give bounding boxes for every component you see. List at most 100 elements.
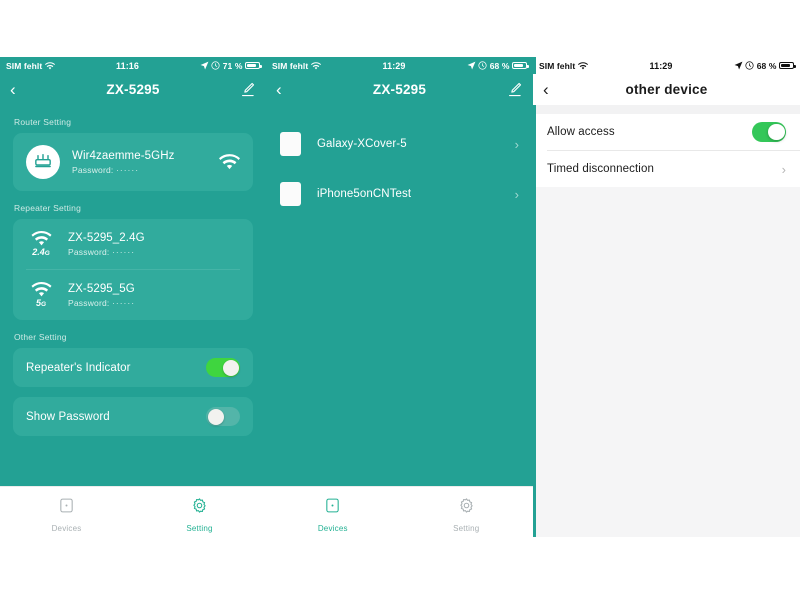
wifi-icon: 2.4G — [26, 231, 56, 257]
repeater-row-24g[interactable]: 2.4G ZX-5295_2.4G Password: ······ — [13, 219, 253, 269]
pencil-edit-icon[interactable] — [506, 81, 523, 98]
nav-bar: ‹ ZX-5295 — [266, 74, 533, 105]
battery-percent-label: 68 % — [489, 60, 510, 71]
status-bar: SIM fehlt 11:29 68 % — [266, 57, 533, 74]
band-label-5g: 5G — [35, 298, 47, 308]
repeater-card: 2.4G ZX-5295_2.4G Password: ······ 5G ZX… — [13, 219, 253, 320]
tab-bar: Devices Setting — [0, 486, 266, 543]
router-icon — [26, 145, 60, 179]
tab-devices[interactable]: Devices — [0, 497, 133, 533]
devices-icon — [324, 497, 341, 519]
show-password-label: Show Password — [26, 410, 110, 423]
status-bar-left: SIM fehlt — [6, 60, 56, 71]
pencil-edit-icon[interactable] — [239, 81, 256, 98]
alarm-clock-icon — [745, 61, 754, 70]
allow-access-label: Allow access — [547, 126, 615, 138]
phone-panel-setting: SIM fehlt 11:16 71 % ‹ ZX-5295 Router Se… — [0, 57, 266, 543]
battery-icon — [245, 61, 262, 70]
repeater-password-24g: Password: ······ — [68, 247, 240, 257]
nav-bar: ‹ other device — [533, 74, 800, 105]
router-section-label: Router Setting — [14, 117, 72, 127]
router-ssid: Wir4zaemme-5GHz — [72, 149, 175, 162]
timed-disconnection-row[interactable]: Timed disconnection › — [533, 151, 800, 187]
carrier-label: SIM fehlt — [272, 60, 309, 71]
battery-percent-label: 71 % — [222, 60, 243, 71]
repeater-indicator-toggle[interactable] — [206, 358, 240, 377]
status-bar-time: 11:29 — [382, 60, 406, 71]
status-bar-right: 68 % — [734, 60, 796, 71]
device-name: Galaxy-XCover-5 — [317, 138, 407, 150]
device-name: iPhone5onCNTest — [317, 188, 412, 200]
chevron-right-icon: › — [514, 136, 519, 152]
back-button[interactable]: ‹ — [543, 81, 565, 98]
battery-percent-label: 68 % — [756, 60, 777, 71]
repeater-password-label-5g: Password: — [68, 297, 110, 308]
status-bar: SIM fehlt 11:29 68 % — [533, 57, 800, 74]
status-bar-time: 11:29 — [649, 60, 673, 71]
page-title: other device — [625, 82, 708, 97]
tab-bar: Devices Setting — [266, 486, 533, 543]
status-bar-right: 68 % — [467, 60, 529, 71]
chevron-right-icon: › — [781, 161, 786, 177]
alarm-clock-icon — [211, 61, 220, 70]
show-password-toggle[interactable] — [206, 407, 240, 426]
back-button[interactable]: ‹ — [10, 81, 32, 98]
devices-icon — [58, 497, 75, 519]
list-top-spacer — [533, 105, 800, 114]
device-thumbnail-icon — [280, 132, 301, 156]
page-title: ZX-5295 — [106, 82, 160, 97]
router-row[interactable]: Wir4zaemme-5GHz Password: ······ — [13, 133, 253, 191]
status-bar-left: SIM fehlt — [539, 60, 589, 71]
nav-bar: ‹ ZX-5295 — [0, 74, 266, 105]
settings-list: Allow access Timed disconnection › — [533, 114, 800, 187]
allow-access-toggle[interactable] — [752, 122, 786, 142]
phone-panel-devices: SIM fehlt 11:29 68 % ‹ ZX-5295 Galaxy-XC… — [266, 57, 533, 543]
device-thumbnail-icon — [280, 182, 301, 206]
allow-access-row[interactable]: Allow access — [533, 114, 800, 150]
repeater-info-5g: ZX-5295_5G Password: ······ — [68, 283, 240, 308]
gear-icon — [191, 497, 208, 519]
other-section-label: Other Setting — [14, 332, 67, 342]
router-info: Wir4zaemme-5GHz Password: ······ — [72, 150, 211, 175]
repeater-password-label-24g: Password: — [68, 246, 110, 257]
wifi-icon — [578, 61, 589, 70]
status-bar-left: SIM fehlt — [272, 60, 322, 71]
phone-panel-other-device: SIM fehlt 11:29 68 % ‹ other device Allo… — [533, 57, 800, 537]
repeater-section-label: Repeater Setting — [14, 203, 81, 213]
tab-devices-label: Devices — [51, 524, 82, 533]
status-bar-time: 11:16 — [116, 60, 140, 71]
alarm-clock-icon — [478, 61, 487, 70]
location-arrow-icon — [200, 61, 209, 70]
back-button[interactable]: ‹ — [276, 81, 298, 98]
screenshot-stage: SIM fehlt 11:16 71 % ‹ ZX-5295 Router Se… — [0, 0, 800, 600]
repeater-info-24g: ZX-5295_2.4G Password: ······ — [68, 232, 240, 257]
tab-setting[interactable]: Setting — [400, 497, 534, 533]
page-title: ZX-5295 — [372, 82, 427, 97]
battery-icon — [512, 61, 529, 70]
gear-icon — [458, 497, 475, 519]
tab-setting-label: Setting — [453, 524, 480, 533]
repeater-password-5g: Password: ······ — [68, 298, 240, 308]
wifi-icon: 5G — [26, 282, 56, 308]
tab-setting-label: Setting — [186, 524, 213, 533]
repeater-row-5g[interactable]: 5G ZX-5295_5G Password: ······ — [13, 270, 253, 320]
chevron-right-icon: › — [514, 186, 519, 202]
repeater-ssid-5g: ZX-5295_5G — [68, 282, 135, 295]
battery-icon — [779, 61, 796, 70]
repeater-indicator-row[interactable]: Repeater's Indicator — [13, 348, 253, 387]
show-password-row[interactable]: Show Password — [13, 397, 253, 436]
carrier-label: SIM fehlt — [539, 60, 576, 71]
status-bar: SIM fehlt 11:16 71 % — [0, 57, 266, 74]
panel-edge-accent — [533, 57, 536, 537]
tab-setting[interactable]: Setting — [133, 497, 266, 533]
tab-devices[interactable]: Devices — [266, 497, 400, 533]
wifi-icon — [311, 61, 322, 70]
other-device-body: Allow access Timed disconnection › — [533, 105, 800, 537]
carrier-label: SIM fehlt — [6, 60, 43, 71]
router-card[interactable]: Wir4zaemme-5GHz Password: ······ — [13, 133, 253, 191]
repeater-indicator-label: Repeater's Indicator — [26, 361, 131, 374]
repeater-ssid-24g: ZX-5295_2.4G — [68, 231, 145, 244]
device-list-item[interactable]: Galaxy-XCover-5 › — [266, 119, 533, 169]
location-arrow-icon — [467, 61, 476, 70]
device-list-item[interactable]: iPhone5onCNTest › — [266, 169, 533, 219]
